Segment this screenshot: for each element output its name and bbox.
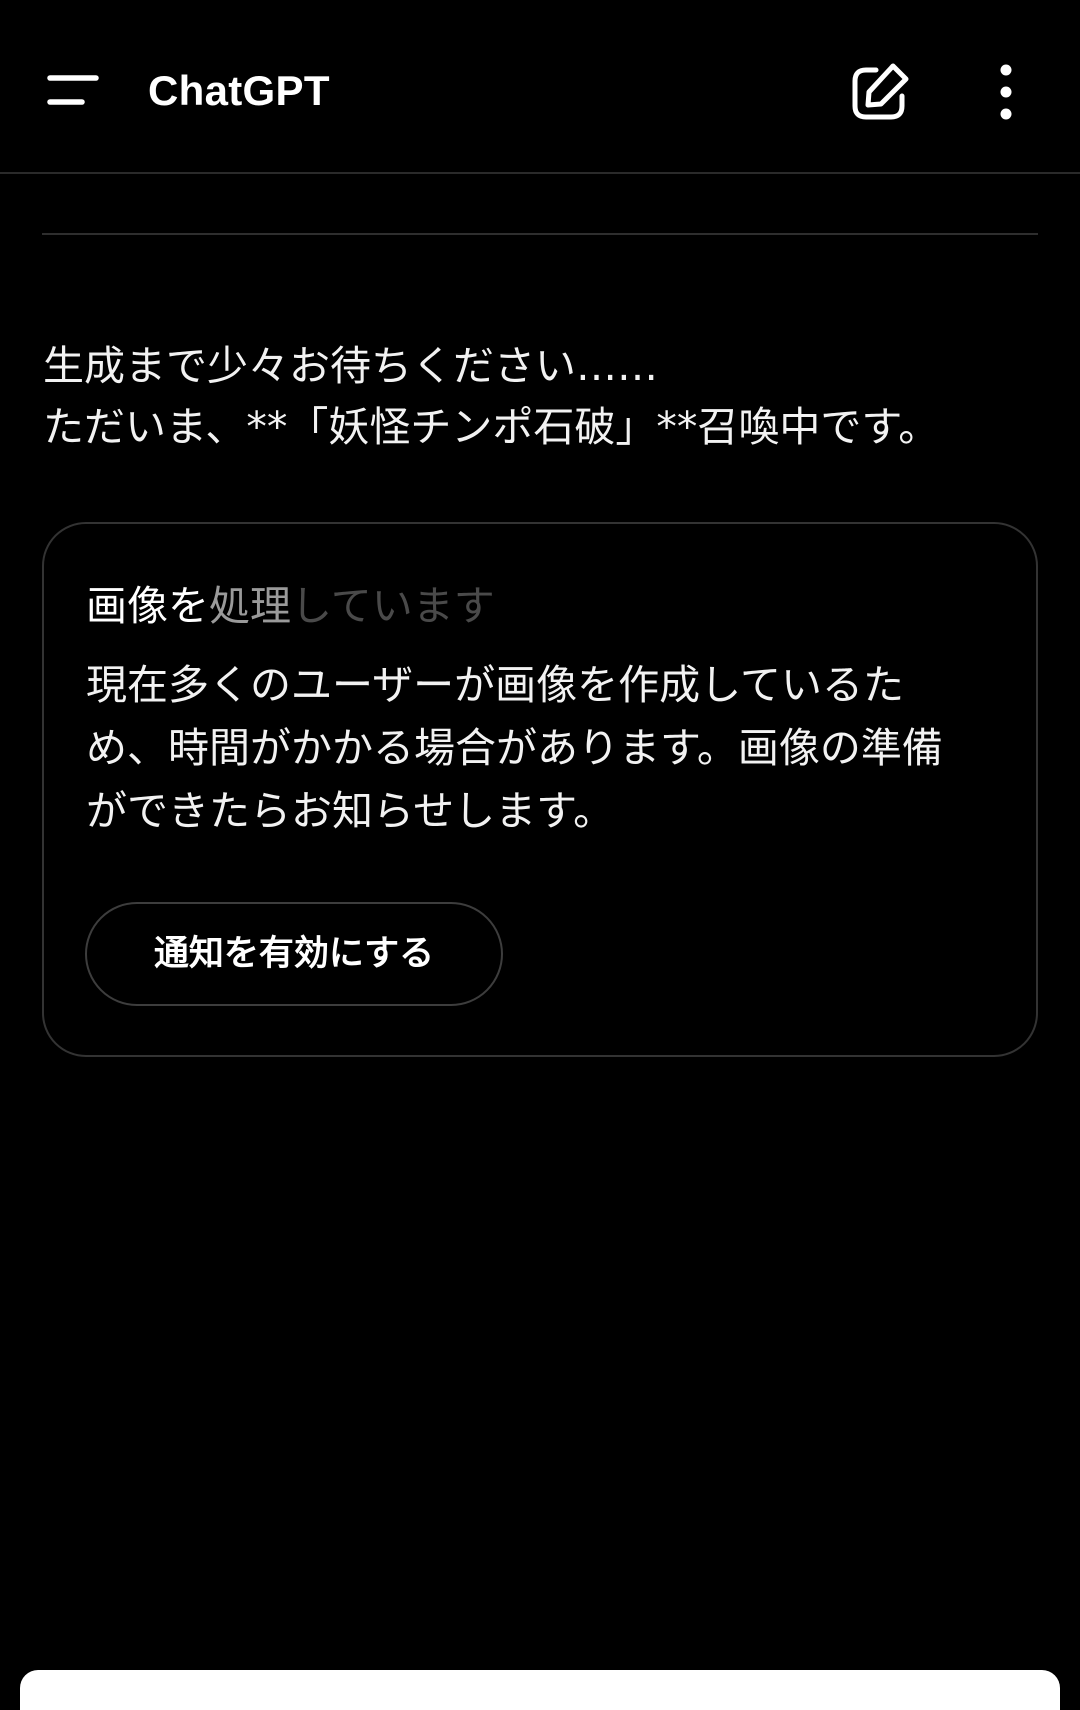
message-divider <box>42 233 1038 235</box>
menu-button[interactable] <box>36 56 116 126</box>
edit-icon <box>852 63 909 120</box>
more-options-button[interactable] <box>986 60 1026 126</box>
bottom-sheet-edge[interactable] <box>20 1670 1060 1710</box>
app-title: ChatGPT <box>148 67 330 114</box>
image-processing-card: 画像を処理しています 現在多くのユーザーが画像を作成しているた め、時間がかかる… <box>42 522 1038 1057</box>
description-line: 現在多くのユーザーが画像を作成しているた <box>86 661 904 709</box>
description-line: め、時間がかかる場合があります。画像の準備 <box>86 724 943 772</box>
heading-text-bright: 画像を <box>86 582 209 630</box>
description-line: ができたらお知らせします。 <box>86 787 615 835</box>
more-vertical-icon <box>1000 64 1012 120</box>
heading-text-dim: しています <box>291 582 495 630</box>
processing-description: 現在多くのユーザーが画像を作成しているた め、時間がかかる場合があります。画像の… <box>86 654 1006 843</box>
message-line: ただいま、**「妖怪チンポ石破」**召喚中です。 <box>43 403 940 451</box>
message-line: 生成まで少々お待ちください…… <box>43 342 658 390</box>
menu-icon <box>47 75 99 105</box>
assistant-message: 生成まで少々お待ちください…… ただいま、**「妖怪チンポ石破」**召喚中です。 <box>43 336 1043 458</box>
heading-text-mid: 処理 <box>209 582 291 630</box>
new-chat-button[interactable] <box>846 60 912 126</box>
enable-notifications-button[interactable]: 通知を有効にする <box>85 902 503 1006</box>
top-app-bar: ChatGPT <box>0 0 1080 174</box>
processing-status-heading: 画像を処理しています <box>86 576 495 636</box>
